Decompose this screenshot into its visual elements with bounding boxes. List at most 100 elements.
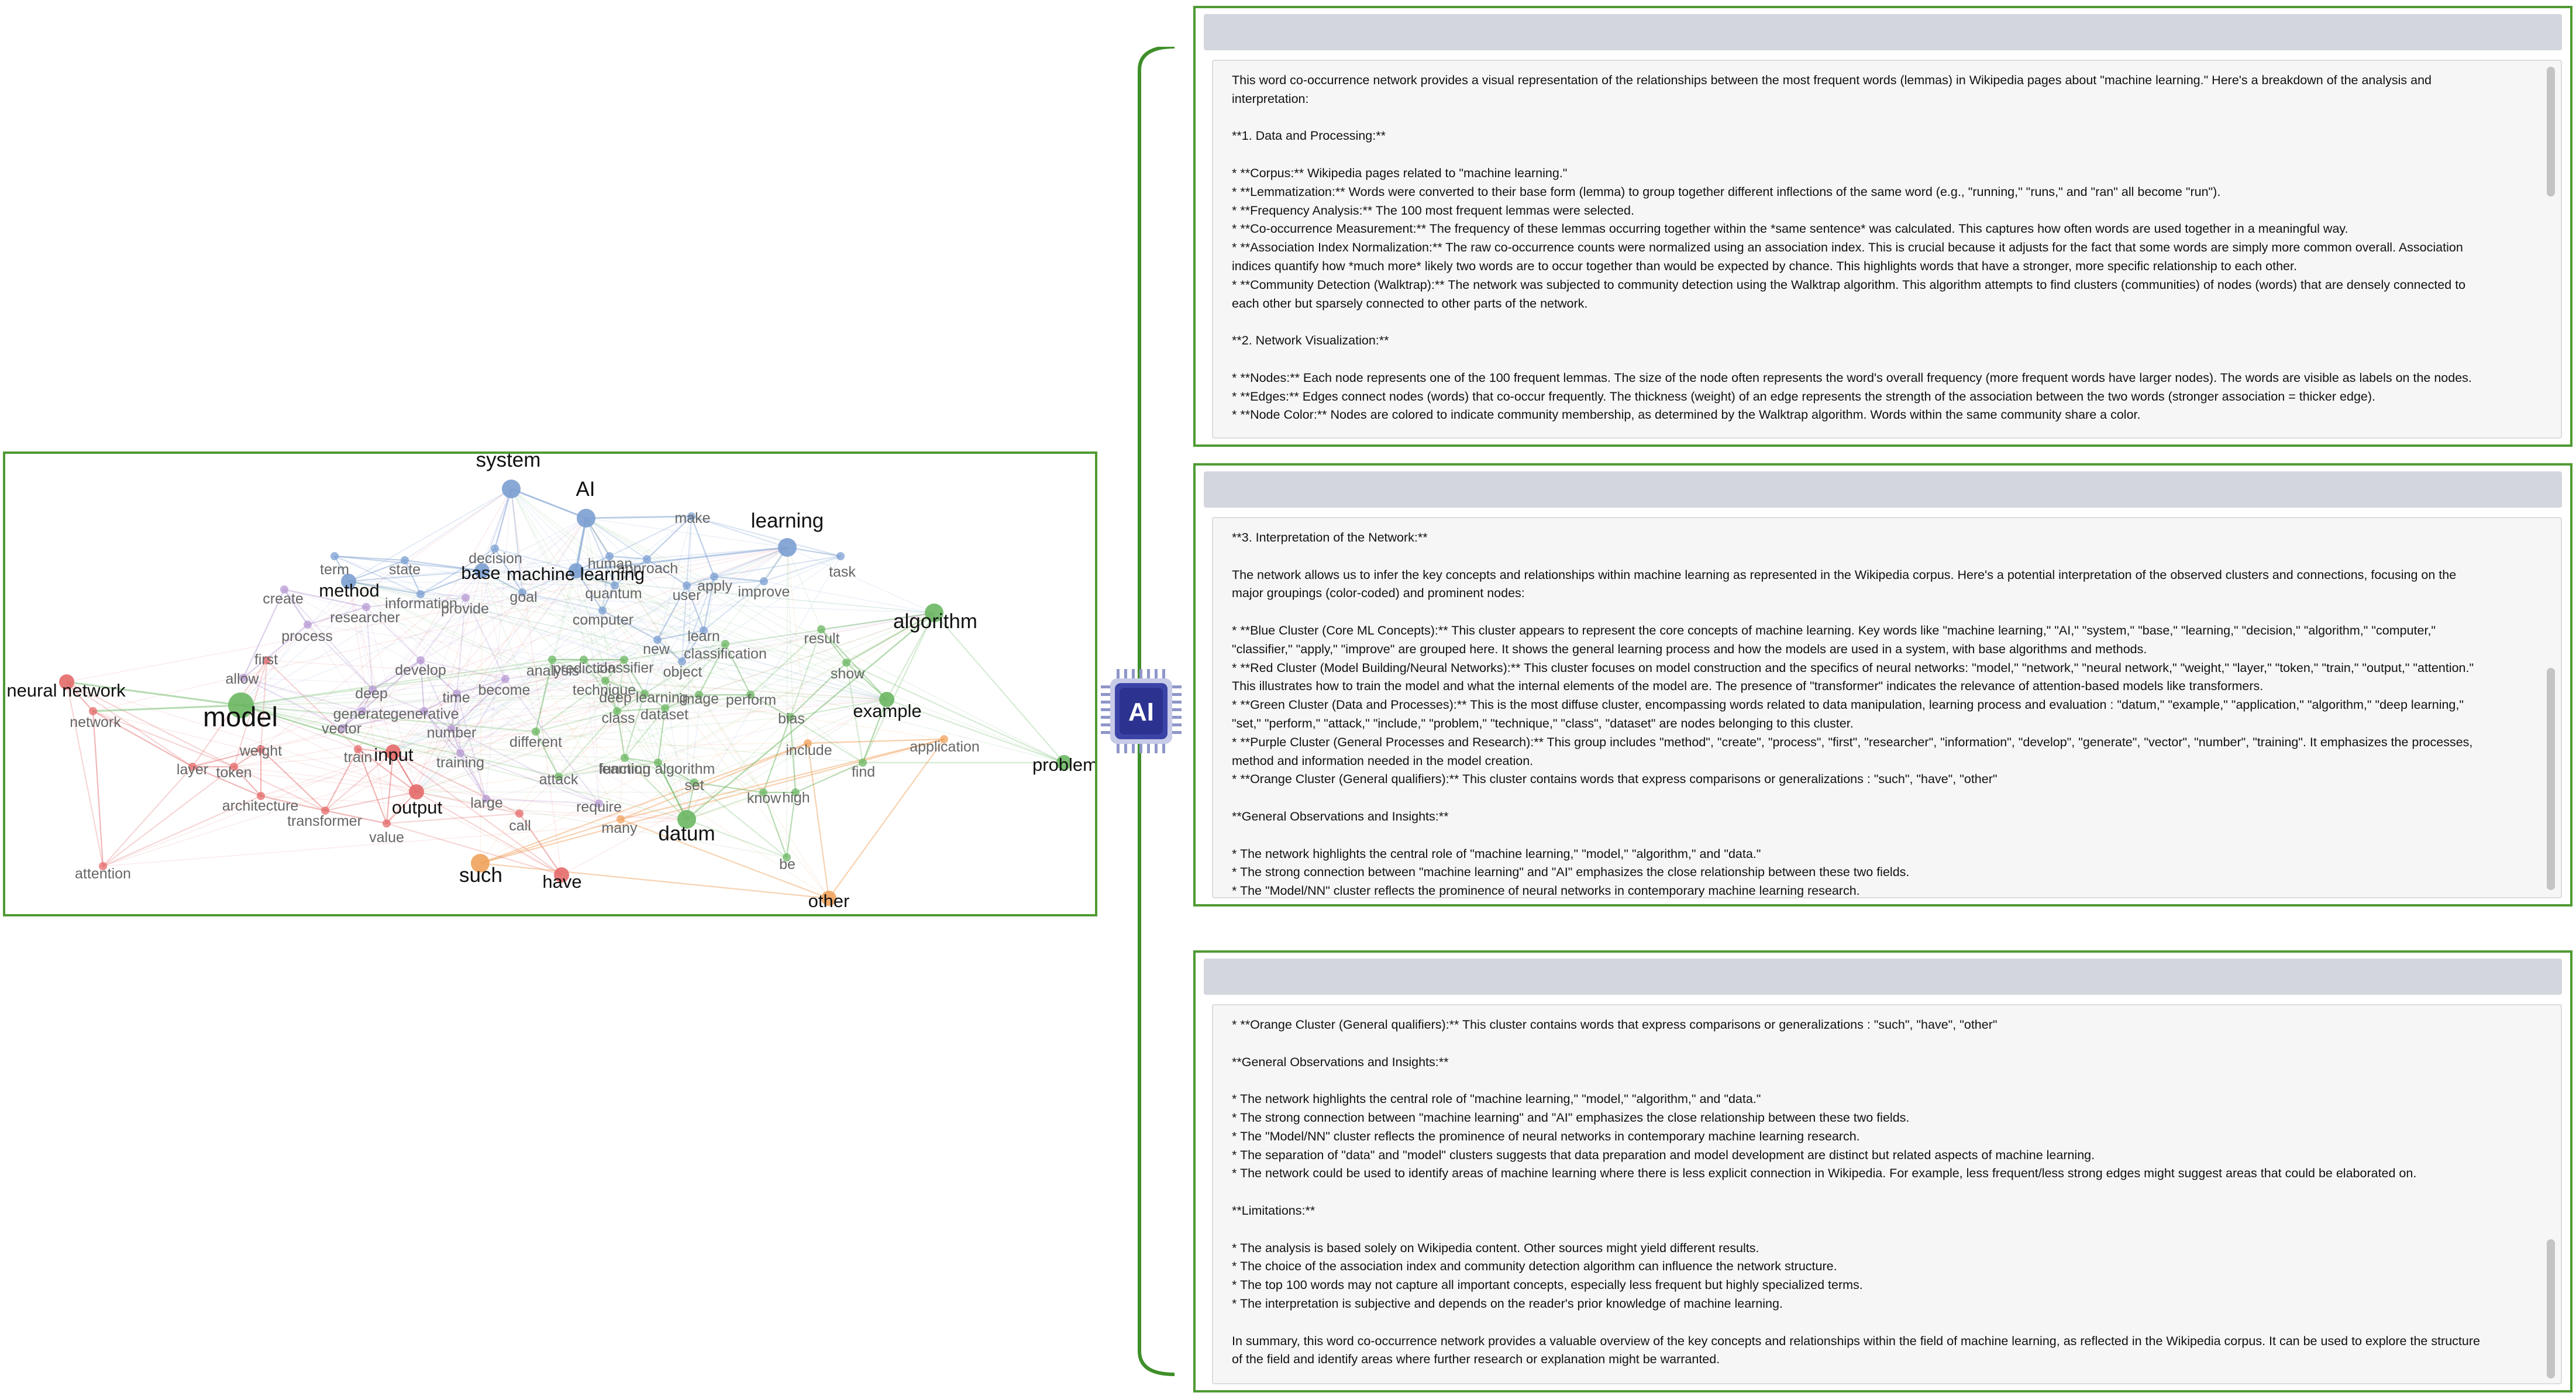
- panel-line: This word co-occurrence network provides…: [1232, 73, 2432, 87]
- node-label: such: [459, 864, 502, 887]
- node-label: AI: [576, 478, 595, 501]
- panel-line: **General Observations and Insights:**: [1232, 809, 1449, 823]
- network-node: [515, 809, 524, 818]
- node-label: improve: [738, 584, 790, 600]
- node-label: classification: [684, 646, 767, 662]
- node-label: layer: [177, 761, 208, 778]
- panel-line: of the field and identify areas where fu…: [1232, 1352, 1720, 1367]
- panel-line: [1232, 1071, 2526, 1090]
- panel-line: * **Frequency Analysis:** The 100 most f…: [1232, 203, 1634, 218]
- scrollbar-thumb[interactable]: [2547, 668, 2555, 890]
- node-label: value: [369, 829, 404, 846]
- node-label: model: [203, 701, 278, 732]
- node-label: user: [673, 587, 701, 604]
- node-label: have: [542, 871, 581, 892]
- panel-line: * **Association Index Normalization:** T…: [1232, 240, 2463, 255]
- node-label: neural network: [6, 680, 126, 701]
- node-label: apply: [697, 578, 732, 594]
- node-label: number: [427, 725, 477, 741]
- panel-line: indices quantify how *much more* likely …: [1232, 258, 2297, 273]
- panel-line: * The network highlights the central rol…: [1232, 1092, 1761, 1107]
- node-label: become: [478, 682, 531, 698]
- node-label: find: [852, 764, 875, 780]
- cooccurrence-network-graph: systemAImake learningdecision humanapproac…: [6, 454, 1095, 911]
- network-edge: [480, 862, 829, 899]
- scrollbar-thumb[interactable]: [2547, 67, 2555, 197]
- panel-line: * **Nodes:** Each node represents one of…: [1232, 370, 2472, 385]
- node-label: know: [747, 790, 781, 806]
- analysis-panel-3: * **Orange Cluster (General qualifiers):…: [1193, 950, 2572, 1392]
- node-label: system: [476, 454, 541, 471]
- scrollbar-thumb[interactable]: [2547, 1239, 2555, 1378]
- panel-line: [1232, 350, 2526, 369]
- panel-line: [1232, 547, 2526, 566]
- node-label: vector: [322, 721, 361, 737]
- node-label: object: [663, 664, 702, 680]
- node-label: train: [344, 749, 373, 766]
- panel-line: * **Green Cluster (Data and Processes):*…: [1232, 698, 2464, 712]
- node-label: provide: [441, 601, 489, 617]
- node-label: generative: [391, 706, 459, 722]
- network-node: [577, 509, 595, 528]
- panel-line: * **Co-occurrence Measurement:** The fre…: [1232, 222, 2348, 236]
- panel-text-area[interactable]: **3. Interpretation of the Network:** The…: [1212, 517, 2562, 898]
- panel-line: [1232, 313, 2526, 332]
- panel-line: * The "Model/NN" cluster reflects the pr…: [1232, 884, 1860, 898]
- panel-line: The network allows us to infer the key c…: [1232, 567, 2457, 582]
- panel-line: [1232, 826, 2526, 845]
- node-label: large: [470, 795, 503, 811]
- network-edge: [102, 766, 193, 867]
- node-label: method: [319, 580, 379, 601]
- panel-header-bar: [1204, 959, 2562, 995]
- ai-chip-label: AI: [1128, 698, 1154, 726]
- node-label: high: [782, 790, 810, 806]
- node-label: dataset: [640, 706, 688, 723]
- node-label: make: [674, 510, 710, 526]
- panel-line: **Limitations:**: [1232, 1203, 1315, 1218]
- panel-line: **General Observations and Insights:**: [1232, 1054, 1449, 1069]
- network-node: [778, 538, 797, 557]
- node-label: machine learning: [507, 564, 645, 584]
- node-label: set: [684, 777, 704, 794]
- node-label: architecture: [222, 798, 299, 814]
- panel-line: [1232, 1183, 2526, 1202]
- panel-text-area[interactable]: * **Orange Cluster (General qualifiers):…: [1212, 1004, 2562, 1384]
- node-label: quantum: [585, 585, 642, 602]
- panel-line: **2. Network Visualization:**: [1232, 333, 1389, 348]
- node-label: class: [602, 710, 635, 726]
- node-label: datum: [658, 822, 715, 845]
- panel-line: [1232, 146, 2526, 164]
- node-label: term: [320, 561, 349, 578]
- node-label: deep: [355, 685, 388, 702]
- panel-line: [1232, 1035, 2526, 1053]
- panel-line: interpretation:: [1232, 91, 1309, 106]
- panel-text: * **Orange Cluster (General qualifiers):…: [1232, 1016, 2526, 1369]
- panel-line: major groupings (color-coded) and promin…: [1232, 586, 1525, 601]
- network-node: [502, 480, 521, 498]
- node-label: many: [601, 820, 638, 836]
- node-label: task: [829, 564, 856, 580]
- node-label: time: [442, 690, 470, 706]
- node-label: problem: [1032, 754, 1095, 775]
- panel-line: * **Community Detection (Walktrap):** Th…: [1232, 277, 2466, 292]
- node-label: generate: [333, 706, 391, 722]
- panel-line: * The analysis is based solely on Wikipe…: [1232, 1240, 1759, 1255]
- panel-line: [1232, 789, 2526, 808]
- panel-line: "set," "perform," "attack," "include," "…: [1232, 716, 1854, 730]
- node-label: result: [804, 630, 839, 647]
- panel-line: * **Blue Cluster (Core ML Concepts):** T…: [1232, 623, 2436, 637]
- panel-text-area[interactable]: This word co-occurrence network provides…: [1212, 60, 2562, 439]
- panel-line: * The network could be used to identify …: [1232, 1166, 2417, 1181]
- panel-line: * **Corpus:** Wikipedia pages related to…: [1232, 166, 1568, 180]
- panel-text: This word co-occurrence network provides…: [1232, 71, 2526, 425]
- node-label: token: [216, 764, 252, 781]
- node-label: learning algorithm: [599, 761, 715, 777]
- node-label: be: [779, 856, 795, 873]
- node-label: weight: [239, 743, 282, 759]
- network-node: [330, 552, 339, 560]
- node-label: training: [436, 754, 484, 771]
- node-label: network: [70, 714, 121, 730]
- panel-line: * The top 100 words may not capture all …: [1232, 1278, 1863, 1292]
- panel-line: method and information needed in the mod…: [1232, 753, 1534, 768]
- node-label: learning: [751, 509, 824, 532]
